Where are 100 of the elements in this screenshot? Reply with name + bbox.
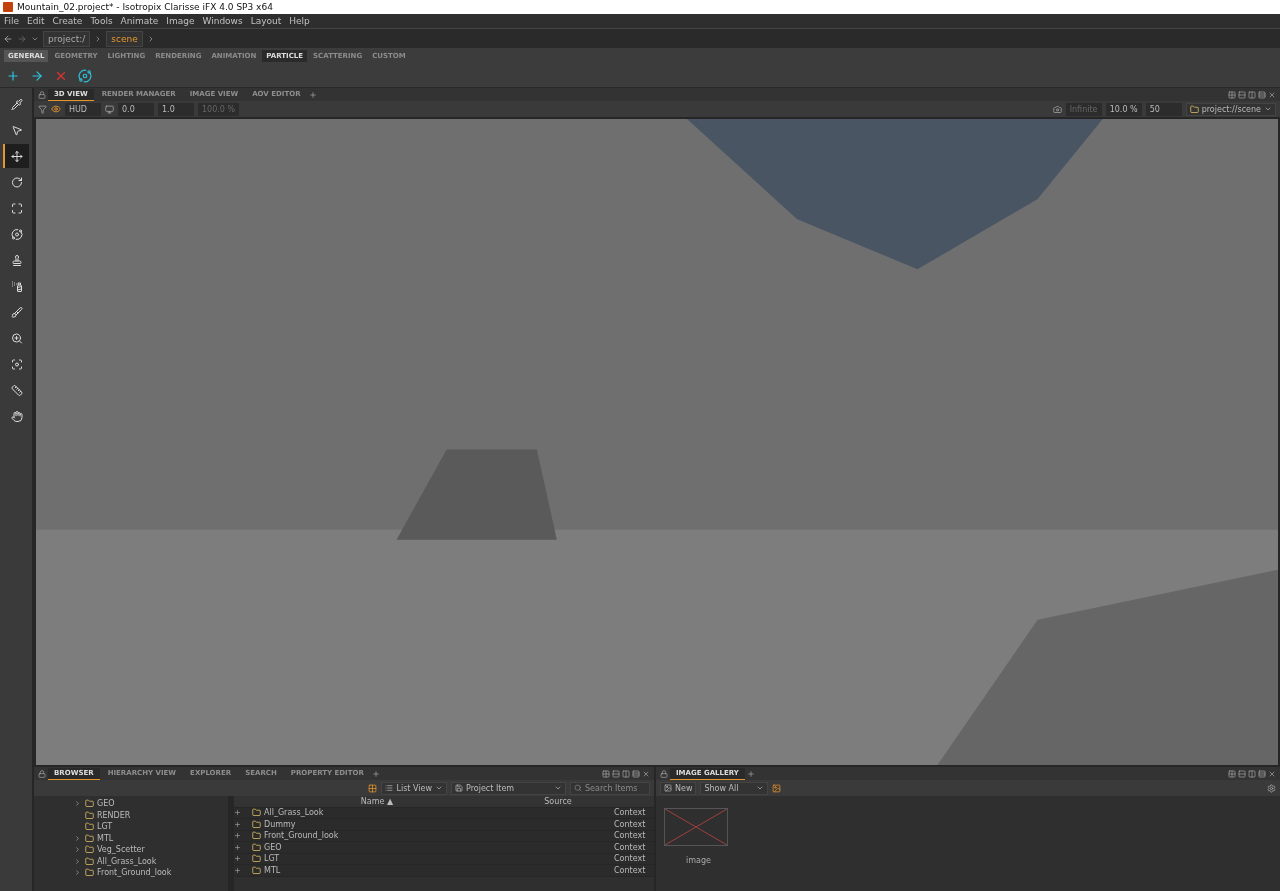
forward-icon: [17, 33, 27, 44]
folder-icon: [1189, 104, 1199, 114]
item-type: Context: [614, 842, 647, 852]
close-icon: [1268, 90, 1276, 99]
hud-button[interactable]: HUD: [65, 102, 101, 116]
tree-item[interactable]: GEO: [97, 799, 115, 809]
tree-item[interactable]: RENDER: [97, 810, 131, 820]
zoom-icon: [11, 331, 23, 345]
item-type: Context: [614, 831, 647, 841]
context-dropdown[interactable]: project://scene: [1185, 102, 1276, 116]
close-icon: [642, 769, 650, 778]
menu-item[interactable]: Tools: [90, 16, 113, 26]
layout-columns-icon: [1248, 769, 1256, 778]
image-icon: [772, 783, 782, 793]
spray-icon: [11, 279, 23, 293]
count-field[interactable]: 50: [1145, 102, 1182, 116]
folder-icon: [252, 819, 261, 829]
item-type: Context: [614, 819, 647, 829]
expand-icon: [74, 800, 81, 808]
layout-stack-icon: [1258, 769, 1266, 778]
lock-icon: [38, 90, 46, 99]
view-mode-dropdown[interactable]: List View: [381, 781, 447, 795]
folder-icon: [85, 799, 94, 809]
menu-item[interactable]: Create: [52, 16, 83, 26]
show-dropdown[interactable]: Show All: [700, 781, 769, 795]
sampling-field[interactable]: 10.0 %: [1105, 102, 1142, 116]
menu-item[interactable]: Edit: [27, 16, 45, 26]
close-icon: [1268, 769, 1276, 778]
menu-item[interactable]: Image: [166, 16, 195, 26]
pointer-icon: [11, 123, 23, 137]
menu-item[interactable]: Windows: [202, 16, 243, 26]
move-icon: [11, 149, 23, 163]
tree-item[interactable]: All_Grass_Look: [97, 856, 157, 866]
filter-icon: [38, 104, 47, 114]
gamma-field[interactable]: 1.0: [158, 102, 194, 116]
folder-icon: [85, 845, 94, 855]
layout-rows-icon: [1238, 769, 1246, 778]
folder-icon: [252, 854, 261, 864]
exposure-field[interactable]: 0.0: [118, 102, 154, 116]
folder-icon: [85, 833, 94, 843]
caret-icon: [1264, 105, 1272, 113]
brush-icon: [11, 305, 23, 319]
search-field[interactable]: Search Items: [570, 781, 650, 795]
folder-icon: [85, 868, 94, 878]
filter-dropdown[interactable]: Project Item: [451, 781, 566, 795]
settings-icon: [1267, 783, 1276, 793]
menu-item[interactable]: File: [4, 16, 20, 26]
expand-icon: [234, 843, 241, 851]
expand-icon: [234, 809, 241, 817]
tree-item[interactable]: Veg_Scetter: [97, 845, 145, 855]
tool-button[interactable]: [3, 144, 29, 168]
add-tab-icon: [371, 769, 380, 778]
folder-icon: [252, 831, 261, 841]
item-name[interactable]: MTL: [264, 865, 281, 875]
caret-icon: [435, 784, 443, 792]
stamp-icon: [11, 253, 23, 267]
pipette-icon: [11, 97, 23, 111]
path-segment[interactable]: scene: [106, 30, 143, 47]
item-name[interactable]: Front_Ground_look: [264, 831, 339, 841]
menu-item[interactable]: Animate: [120, 16, 159, 26]
tree-item[interactable]: Front_Ground_look: [97, 868, 172, 878]
expand-icon: [234, 866, 241, 874]
column-header[interactable]: Source: [502, 796, 614, 806]
folder-icon: [252, 865, 261, 875]
layout-grid-icon: [1228, 769, 1236, 778]
window-title: Mountain_02.project* - Isotropix Clarisse iFX 4.0 SP3 x64: [17, 2, 273, 12]
caret-icon: [554, 784, 562, 792]
missing-image-thumbnail[interactable]: [664, 808, 728, 846]
menu-item[interactable]: Help: [289, 16, 310, 26]
add-particle-icon: [6, 68, 20, 83]
layout-rows-icon: [612, 769, 620, 778]
display-icon: [105, 104, 114, 114]
folder-icon: [85, 822, 94, 832]
frame-icon: [11, 357, 23, 371]
tree-item[interactable]: MTL: [97, 833, 114, 843]
caret-icon: [756, 784, 765, 792]
layout-rows-icon: [1238, 90, 1246, 99]
layout-grid-icon: [602, 769, 610, 778]
new-button[interactable]: New: [660, 781, 697, 795]
lock-icon: [38, 769, 46, 778]
item-name[interactable]: All_Grass_Look: [264, 808, 324, 818]
layout-columns-icon: [1248, 90, 1256, 99]
menu-item[interactable]: Layout: [250, 16, 282, 26]
image-label: image: [686, 856, 712, 865]
item-name[interactable]: LGT: [264, 854, 280, 864]
ruler-icon: [11, 383, 23, 397]
item-name[interactable]: Dummy: [264, 819, 296, 829]
expand-icon: [234, 832, 241, 840]
item-name[interactable]: GEO: [264, 842, 282, 852]
hand-icon: [11, 409, 23, 423]
column-header[interactable]: Name ▲: [252, 796, 502, 806]
list-icon: [385, 784, 394, 792]
layout-columns-icon: [622, 769, 630, 778]
tree-item[interactable]: LGT: [97, 822, 113, 832]
folder-icon: [85, 810, 94, 820]
app-icon: [3, 2, 13, 12]
path-segment[interactable]: project:/: [43, 30, 91, 47]
layout-stack-icon: [632, 769, 640, 778]
add-tab-icon: [308, 90, 317, 99]
eye-icon: [51, 104, 61, 114]
